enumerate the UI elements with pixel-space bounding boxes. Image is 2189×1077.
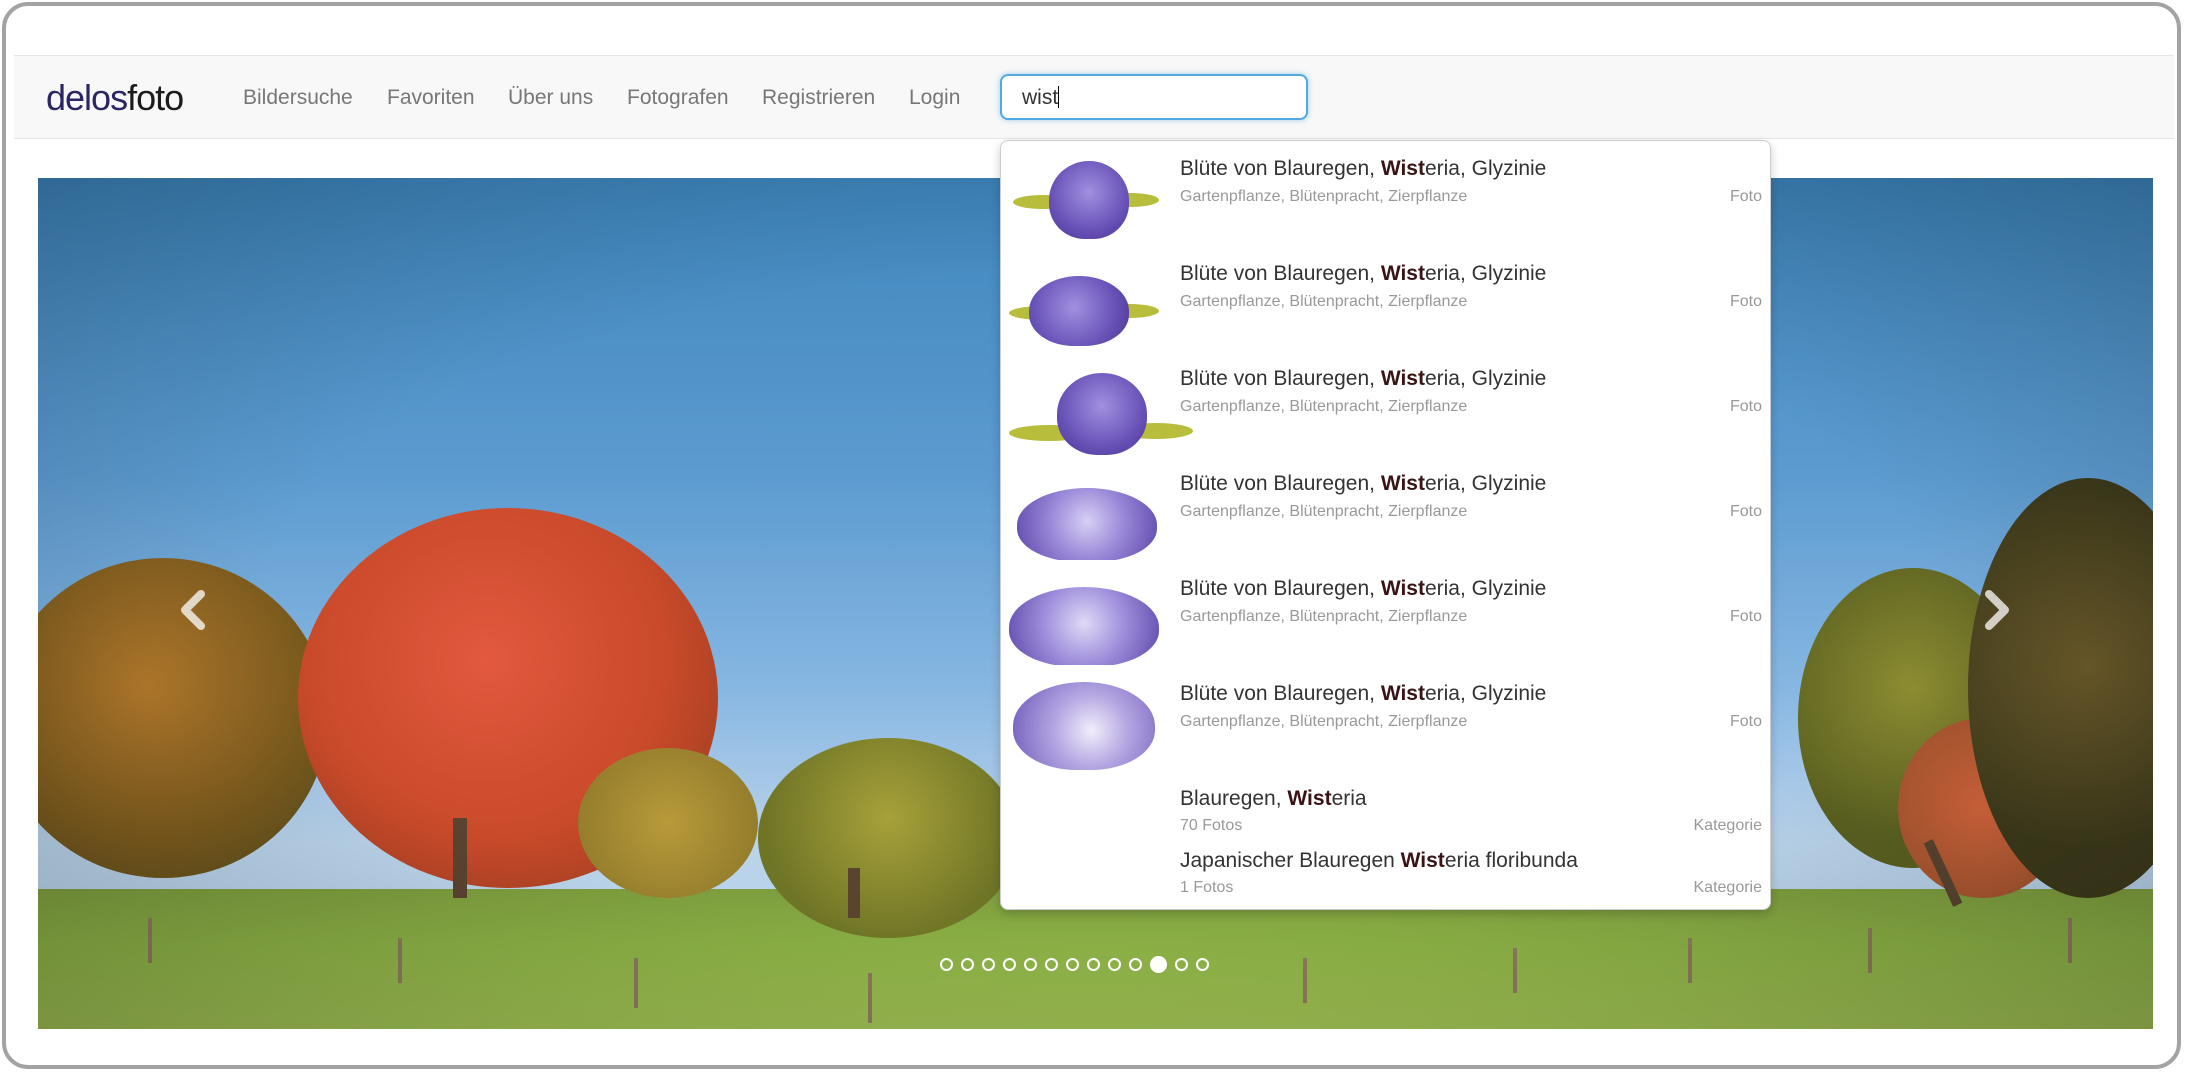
nav-ueber-uns[interactable]: Über uns bbox=[508, 85, 593, 111]
suggestion-item[interactable]: Blüte von Blauregen, Wisteria, Glyzinie … bbox=[1001, 569, 1770, 669]
carousel-indicator-dot[interactable] bbox=[1066, 958, 1079, 971]
carousel-indicator-dot[interactable] bbox=[1150, 956, 1167, 973]
chevron-right-icon[interactable] bbox=[1965, 580, 2025, 640]
suggestion-type: Foto bbox=[1729, 293, 1762, 310]
carousel-indicator-dot[interactable] bbox=[1196, 958, 1209, 971]
category-type: Kategorie bbox=[1693, 817, 1763, 834]
nav-login[interactable]: Login bbox=[909, 85, 960, 111]
suggestion-tags: Gartenpflanze, Blütenpracht, Zierpflanze bbox=[1180, 608, 1468, 625]
suggestion-thumbnail bbox=[1009, 468, 1159, 560]
suggestion-item[interactable]: Blüte von Blauregen, Wisteria, Glyzinie … bbox=[1001, 149, 1770, 249]
category-suggestion-item[interactable]: Blauregen, Wisteria 70 Fotos Kategorie bbox=[1001, 779, 1770, 839]
thumb-flower bbox=[1013, 682, 1155, 770]
carousel-indicator-dot[interactable] bbox=[1003, 958, 1016, 971]
suggestion-item[interactable]: Blüte von Blauregen, Wisteria, Glyzinie … bbox=[1001, 359, 1770, 459]
thumb-flower bbox=[1017, 488, 1157, 560]
suggestion-item[interactable]: Blüte von Blauregen, Wisteria, Glyzinie … bbox=[1001, 674, 1770, 774]
suggestion-tags: Gartenpflanze, Blütenpracht, Zierpflanze bbox=[1180, 293, 1468, 310]
chevron-left-icon[interactable] bbox=[165, 580, 225, 640]
suggestion-thumbnail bbox=[1009, 678, 1159, 770]
suggestion-item[interactable]: Blüte von Blauregen, Wisteria, Glyzinie … bbox=[1001, 464, 1770, 564]
logo-part-delos: delos bbox=[46, 77, 128, 118]
logo[interactable]: delosfoto bbox=[46, 77, 184, 118]
suggestion-thumbnail bbox=[1009, 258, 1159, 350]
nav-favoriten[interactable]: Favoriten bbox=[387, 85, 475, 111]
suggestion-type: Foto bbox=[1729, 713, 1762, 730]
suggestion-title: Blüte von Blauregen, Wisteria, Glyzinie bbox=[1180, 577, 1547, 600]
suggestion-title: Blüte von Blauregen, Wisteria, Glyzinie bbox=[1180, 262, 1547, 285]
carousel-indicators bbox=[940, 956, 1209, 978]
carousel-indicator-dot[interactable] bbox=[1024, 958, 1037, 971]
search-input[interactable]: wist bbox=[1000, 74, 1308, 120]
suggestion-tags: Gartenpflanze, Blütenpracht, Zierpflanze bbox=[1180, 398, 1468, 415]
suggestion-thumbnail bbox=[1009, 153, 1159, 245]
nav-registrieren[interactable]: Registrieren bbox=[762, 85, 875, 111]
carousel-indicator-dot[interactable] bbox=[961, 958, 974, 971]
thumb-flower bbox=[1057, 373, 1147, 455]
suggestion-tags: Gartenpflanze, Blütenpracht, Zierpflanze bbox=[1180, 713, 1468, 730]
category-count: 70 Fotos bbox=[1180, 817, 1243, 834]
thumb-flower bbox=[1049, 161, 1129, 239]
category-suggestion-item[interactable]: Japanischer Blauregen Wisteria floribund… bbox=[1001, 841, 1770, 903]
suggestion-title: Blüte von Blauregen, Wisteria, Glyzinie bbox=[1180, 157, 1547, 180]
category-type: Kategorie bbox=[1693, 879, 1763, 896]
suggestion-title: Blüte von Blauregen, Wisteria, Glyzinie bbox=[1180, 367, 1547, 390]
search-input-value: wist bbox=[1022, 86, 1059, 109]
carousel-indicator-dot[interactable] bbox=[1108, 958, 1121, 971]
carousel-indicator-dot[interactable] bbox=[1175, 958, 1188, 971]
suggestion-title: Blüte von Blauregen, Wisteria, Glyzinie bbox=[1180, 472, 1547, 495]
suggestion-title: Blüte von Blauregen, Wisteria, Glyzinie bbox=[1180, 682, 1547, 705]
carousel-indicator-dot[interactable] bbox=[940, 958, 953, 971]
carousel-indicator-dot[interactable] bbox=[982, 958, 995, 971]
nav-fotografen[interactable]: Fotografen bbox=[627, 85, 729, 111]
search-suggestions-dropdown: Blüte von Blauregen, Wisteria, Glyzinie … bbox=[1000, 140, 1771, 910]
thumb-flower bbox=[1029, 276, 1129, 346]
nav-bildersuche[interactable]: Bildersuche bbox=[243, 85, 353, 111]
logo-part-foto: foto bbox=[127, 77, 184, 118]
suggestion-type: Foto bbox=[1729, 398, 1762, 415]
category-title: Japanischer Blauregen Wisteria floribund… bbox=[1180, 849, 1578, 872]
suggestion-tags: Gartenpflanze, Blütenpracht, Zierpflanze bbox=[1180, 503, 1468, 520]
category-title: Blauregen, Wisteria bbox=[1180, 787, 1367, 810]
suggestion-tags: Gartenpflanze, Blütenpracht, Zierpflanze bbox=[1180, 188, 1468, 205]
thumb-flower bbox=[1009, 587, 1159, 665]
carousel-indicator-dot[interactable] bbox=[1045, 958, 1058, 971]
text-caret bbox=[1058, 86, 1060, 108]
suggestion-type: Foto bbox=[1729, 188, 1762, 205]
suggestion-type: Foto bbox=[1729, 608, 1762, 625]
suggestion-thumbnail bbox=[1009, 573, 1159, 665]
carousel-indicator-dot[interactable] bbox=[1087, 958, 1100, 971]
suggestion-item[interactable]: Blüte von Blauregen, Wisteria, Glyzinie … bbox=[1001, 254, 1770, 354]
carousel-indicator-dot[interactable] bbox=[1129, 958, 1142, 971]
category-count: 1 Fotos bbox=[1180, 879, 1234, 896]
suggestion-type: Foto bbox=[1729, 503, 1762, 520]
suggestion-thumbnail bbox=[1009, 363, 1193, 455]
